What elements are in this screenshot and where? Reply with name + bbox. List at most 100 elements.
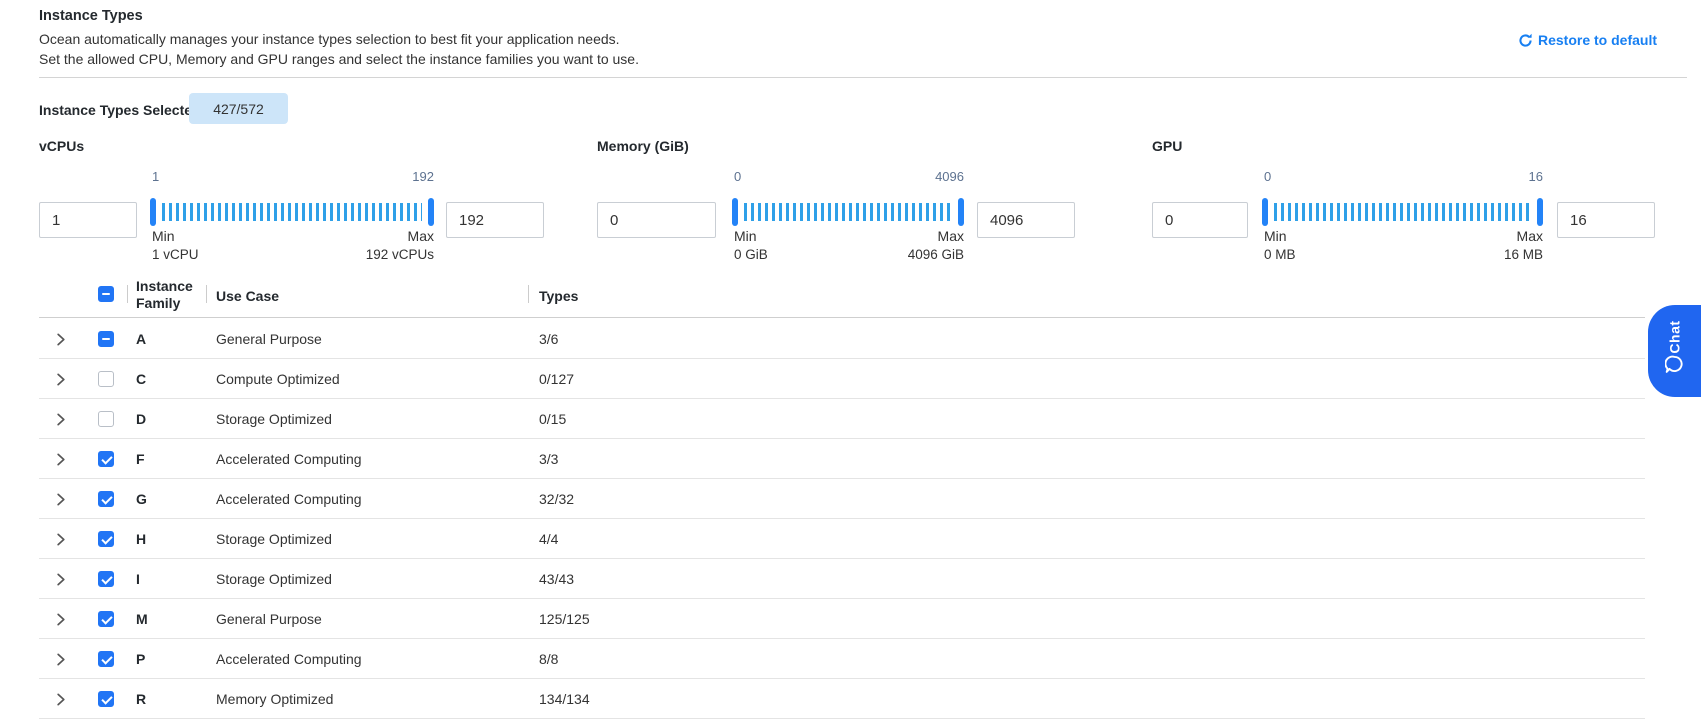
instance-family-cell: C <box>136 371 146 387</box>
gpu-max-sub-caption: 16 MB <box>1423 247 1543 262</box>
memory-slider-max-handle[interactable] <box>958 198 964 226</box>
gpu-min-input[interactable] <box>1152 202 1248 238</box>
expand-chevron-icon[interactable] <box>53 532 68 547</box>
vcpus-max-caption: Max <box>334 228 434 244</box>
instance-family-cell: R <box>136 691 146 707</box>
vcpus-range-min-label: 1 <box>152 169 159 184</box>
expand-chevron-icon[interactable] <box>53 692 68 707</box>
vcpus-slider-max-handle[interactable] <box>428 198 434 226</box>
chat-label: Chat <box>1667 320 1683 353</box>
row-checkbox[interactable] <box>98 411 114 427</box>
expand-chevron-icon[interactable] <box>53 452 68 467</box>
memory-slider-min-handle[interactable] <box>732 198 738 226</box>
use-case-cell: Storage Optimized <box>216 411 332 427</box>
row-checkbox[interactable] <box>98 331 114 347</box>
use-case-cell: Accelerated Computing <box>216 491 362 507</box>
use-case-cell: Storage Optimized <box>216 571 332 587</box>
page-title: Instance Types <box>39 8 143 24</box>
instance-family-cell: F <box>136 451 145 467</box>
memory-slider <box>732 196 964 228</box>
memory-range-min-label: 0 <box>734 169 741 184</box>
table-row: D Storage Optimized 0/15 <box>39 399 1645 439</box>
expand-chevron-icon[interactable] <box>53 412 68 427</box>
memory-max-sub-caption: 4096 GiB <box>844 247 964 262</box>
vcpus-slider-ticks <box>162 203 422 221</box>
instance-family-cell: H <box>136 531 146 547</box>
row-checkbox[interactable] <box>98 451 114 467</box>
instance-types-selected-label: Instance Types Selected: <box>39 102 205 118</box>
memory-max-caption: Max <box>864 228 964 244</box>
types-cell: 3/3 <box>539 451 558 467</box>
expand-chevron-icon[interactable] <box>53 572 68 587</box>
expand-chevron-icon[interactable] <box>53 612 68 627</box>
column-header-family: Instance Family <box>136 278 198 312</box>
table-row: G Accelerated Computing 32/32 <box>39 479 1645 519</box>
table-header: Instance Family Use Case Types <box>39 283 1645 318</box>
restore-icon <box>1518 33 1533 48</box>
instance-types-panel: Instance Types Ocean automatically manag… <box>0 0 1701 720</box>
use-case-cell: Storage Optimized <box>216 531 332 547</box>
gpu-min-caption: Min <box>1264 228 1287 244</box>
expand-chevron-icon[interactable] <box>53 332 68 347</box>
use-case-cell: Accelerated Computing <box>216 651 362 667</box>
table-row: I Storage Optimized 43/43 <box>39 559 1645 599</box>
instance-family-cell: P <box>136 651 145 667</box>
table-row: M General Purpose 125/125 <box>39 599 1645 639</box>
gpu-slider-min-handle[interactable] <box>1262 198 1268 226</box>
instance-family-cell: G <box>136 491 147 507</box>
chat-button[interactable]: Chat <box>1648 305 1701 397</box>
memory-min-sub-caption: 0 GiB <box>734 247 768 262</box>
chat-bubble-icon <box>1665 355 1684 374</box>
memory-max-input[interactable] <box>977 202 1075 238</box>
vcpus-slider <box>150 196 434 228</box>
table-row: R Memory Optimized 134/134 <box>39 679 1645 719</box>
gpu-slider-max-handle[interactable] <box>1537 198 1543 226</box>
column-separator <box>127 285 128 303</box>
gpu-max-input[interactable] <box>1557 202 1655 238</box>
row-checkbox[interactable] <box>98 651 114 667</box>
types-cell: 134/134 <box>539 691 590 707</box>
expand-chevron-icon[interactable] <box>53 652 68 667</box>
column-separator <box>528 285 529 303</box>
use-case-cell: Accelerated Computing <box>216 451 362 467</box>
restore-to-default-button[interactable]: Restore to default <box>1518 32 1657 48</box>
gpu-slider-ticks <box>1274 203 1531 221</box>
vcpus-section-label: vCPUs <box>39 138 84 154</box>
select-all-checkbox[interactable] <box>98 286 114 302</box>
expand-chevron-icon[interactable] <box>53 492 68 507</box>
instance-family-cell: M <box>136 611 148 627</box>
memory-slider-ticks <box>744 203 952 221</box>
row-checkbox[interactable] <box>98 571 114 587</box>
use-case-cell: General Purpose <box>216 331 322 347</box>
types-cell: 125/125 <box>539 611 590 627</box>
row-checkbox[interactable] <box>98 531 114 547</box>
memory-section-label: Memory (GiB) <box>597 138 689 154</box>
row-checkbox[interactable] <box>98 491 114 507</box>
row-checkbox[interactable] <box>98 371 114 387</box>
gpu-slider <box>1262 196 1543 228</box>
vcpus-min-input[interactable] <box>39 202 137 238</box>
vcpus-max-sub-caption: 192 vCPUs <box>314 247 434 262</box>
vcpus-slider-min-handle[interactable] <box>150 198 156 226</box>
memory-min-caption: Min <box>734 228 757 244</box>
gpu-max-caption: Max <box>1443 228 1543 244</box>
restore-label: Restore to default <box>1538 32 1657 48</box>
types-cell: 0/15 <box>539 411 566 427</box>
row-checkbox[interactable] <box>98 611 114 627</box>
table-body: A General Purpose 3/6 C Compute Optimize… <box>39 319 1645 719</box>
description-line-2: Set the allowed CPU, Memory and GPU rang… <box>39 51 639 67</box>
expand-chevron-icon[interactable] <box>53 372 68 387</box>
instance-family-cell: I <box>136 571 140 587</box>
use-case-cell: Compute Optimized <box>216 371 340 387</box>
use-case-cell: Memory Optimized <box>216 691 333 707</box>
types-cell: 8/8 <box>539 651 558 667</box>
vcpus-min-caption: Min <box>152 228 175 244</box>
instance-family-cell: A <box>136 331 146 347</box>
gpu-section-label: GPU <box>1152 138 1182 154</box>
vcpus-max-input[interactable] <box>446 202 544 238</box>
row-checkbox[interactable] <box>98 691 114 707</box>
types-cell: 43/43 <box>539 571 574 587</box>
memory-min-input[interactable] <box>597 202 716 238</box>
table-row: C Compute Optimized 0/127 <box>39 359 1645 399</box>
table-row: A General Purpose 3/6 <box>39 319 1645 359</box>
